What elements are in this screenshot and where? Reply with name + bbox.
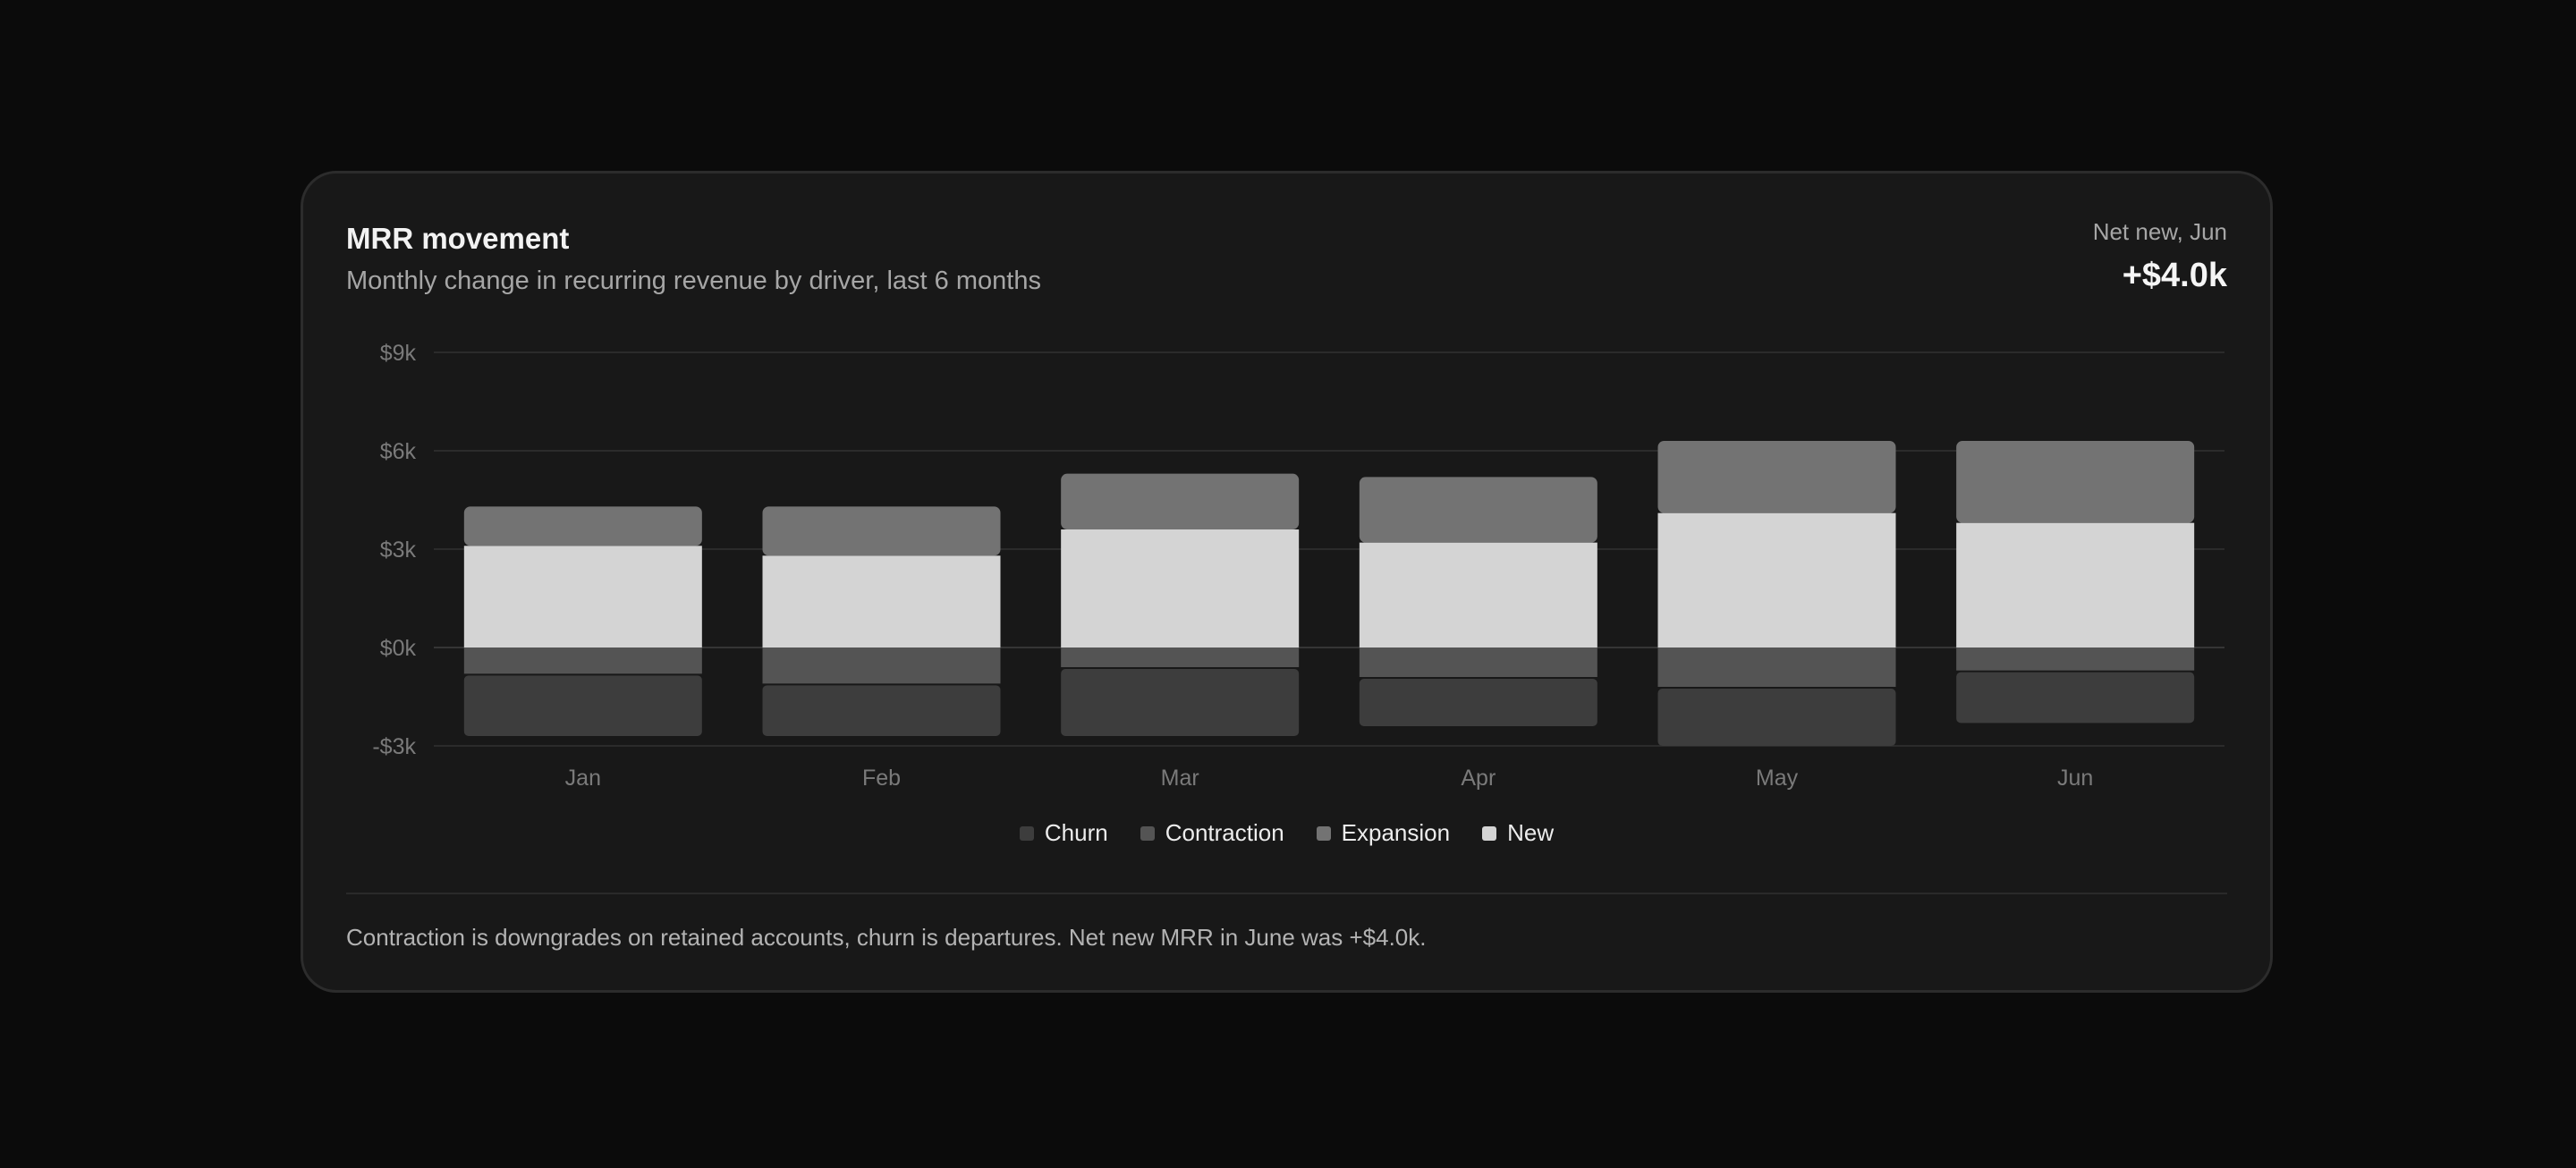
footer-divider — [346, 893, 2227, 894]
legend-swatch — [1019, 825, 1034, 841]
bar-churn-jun[interactable] — [1956, 672, 2195, 724]
bar-contraction-apr[interactable] — [1359, 647, 1597, 677]
y-tick-label: $6k — [380, 439, 417, 464]
y-tick-label: $9k — [380, 341, 417, 366]
bar-new-mar[interactable] — [1061, 529, 1300, 647]
y-tick-label: -$3k — [372, 734, 416, 759]
bar-churn-jan[interactable] — [463, 675, 702, 736]
bar-expansion-mar[interactable] — [1061, 473, 1300, 529]
bar-churn-may[interactable] — [1657, 689, 1896, 746]
y-tick-label: $3k — [380, 537, 417, 563]
legend-swatch — [1482, 825, 1497, 841]
bar-new-jun[interactable] — [1956, 522, 2195, 647]
legend-swatch — [1140, 825, 1155, 841]
bar-churn-apr[interactable] — [1359, 679, 1597, 726]
mrr-bar-chart: $9k $6k $3k $0k -$3k Jan Feb Mar Apr May Jun — [372, 341, 2224, 791]
bar-contraction-jan[interactable] — [463, 647, 702, 674]
legend-item-churn[interactable]: Churn — [1019, 819, 1108, 847]
legend-label: Contraction — [1165, 819, 1284, 846]
bar-new-may[interactable] — [1657, 512, 1896, 647]
x-tick-label: Feb — [862, 766, 901, 791]
bar-churn-feb[interactable] — [762, 685, 1001, 736]
bar-contraction-mar[interactable] — [1061, 647, 1300, 667]
bar-contraction-jun[interactable] — [1956, 647, 2195, 671]
legend-item-expansion[interactable]: Expansion — [1316, 819, 1451, 847]
x-tick-label: May — [1756, 766, 1799, 791]
legend-item-new[interactable]: New — [1482, 819, 1554, 847]
bar-expansion-jun[interactable] — [1956, 441, 2195, 523]
bar-new-apr[interactable] — [1359, 542, 1597, 647]
bar-churn-mar[interactable] — [1061, 669, 1300, 736]
footnote: Contraction is downgrades on retained ac… — [346, 924, 1427, 951]
bar-contraction-may[interactable] — [1657, 647, 1896, 687]
legend-swatch — [1316, 825, 1331, 841]
bar-contraction-feb[interactable] — [762, 647, 1001, 684]
legend-label: New — [1507, 819, 1555, 846]
bar-expansion-apr[interactable] — [1359, 477, 1597, 543]
bar-expansion-feb[interactable] — [762, 506, 1001, 556]
bar-expansion-may[interactable] — [1657, 441, 1896, 513]
bar-expansion-jan[interactable] — [463, 506, 702, 546]
mrr-card: MRR movement Monthly change in recurring… — [301, 171, 2273, 993]
legend-label: Churn — [1044, 819, 1108, 846]
legend-label: Expansion — [1341, 819, 1451, 846]
x-tick-label: Mar — [1161, 766, 1199, 791]
x-tick-label: Apr — [1461, 766, 1496, 791]
legend-item-contraction[interactable]: Contraction — [1140, 819, 1284, 847]
y-tick-label: $0k — [380, 636, 417, 661]
x-tick-label: Jan — [565, 766, 601, 791]
x-tick-label: Jun — [2057, 766, 2093, 791]
chart-legend: Churn Contraction Expansion New — [303, 819, 2270, 847]
bar-new-feb[interactable] — [762, 555, 1001, 647]
bar-new-jan[interactable] — [463, 546, 702, 647]
